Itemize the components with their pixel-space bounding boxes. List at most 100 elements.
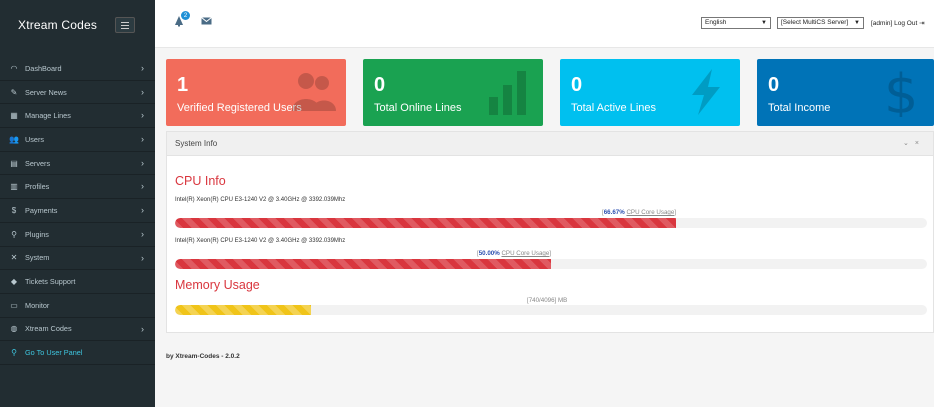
stat-box-total-active-lines[interactable]: 0 Total Active Lines [560, 59, 740, 126]
footer-version: by Xtream-Codes - 2.0.2 [166, 353, 240, 360]
close-icon[interactable]: × [915, 140, 925, 147]
cpu-2-progress-fill [175, 259, 551, 269]
sidebar-item-label: Server News [25, 87, 67, 97]
sidebar-item-label: Payments [25, 205, 58, 215]
sidebar-item-label: Manage Lines [25, 111, 71, 121]
sidebar-item-dashboard[interactable]: ◠ DashBoard › [0, 57, 155, 81]
chevron-down-icon: ▼ [761, 20, 767, 26]
panel-tools: ⌄× [903, 139, 925, 147]
dollar-icon: $ [11, 205, 17, 215]
server-icon: ▤ [10, 158, 18, 168]
globe-icon: ◍ [10, 324, 18, 334]
ticket-icon: ◆ [10, 277, 18, 287]
brand: Xtream Codes [0, 0, 155, 50]
sidebar-item-label: Users [25, 134, 45, 144]
chevron-right-icon: › [141, 228, 144, 239]
stat-box-verified-registered-users[interactable]: 1 Verified Registered Users [166, 59, 346, 126]
sidebar-item-label: DashBoard [25, 63, 62, 73]
stat-value: 0 [571, 74, 583, 96]
chevron-right-icon: › [141, 323, 144, 334]
cpu-2-progress-bar [175, 259, 927, 269]
system-info-panel: System Info ⌄× CPU Info Intel(R) Xeon(R)… [166, 131, 934, 333]
stat-value: 1 [177, 74, 189, 96]
chevron-right-icon: › [141, 157, 144, 168]
brand-logo-text[interactable]: Xtream Codes [18, 18, 97, 32]
sidebar-item-label: Xtream Codes [25, 324, 72, 334]
sidebar: Xtream Codes ◠ DashBoard › ✎ Server News › ▦ Ma… [0, 0, 155, 407]
cpu-1-progress-fill [175, 218, 676, 228]
stat-label: Total Online Lines [374, 102, 462, 114]
sidebar-item-system[interactable]: ✕ System › [0, 247, 155, 271]
sidebar-item-monitor[interactable]: ▭ Monitor [0, 294, 155, 318]
memory-usage-title: Memory Usage [175, 278, 260, 292]
server-select[interactable]: [Select MultiCS Server] ▼ [777, 17, 864, 29]
cpu-1-name: Intel(R) Xeon(R) CPU E3-1240 V2 @ 3.40GH… [175, 197, 346, 203]
sidebar-item-manage-lines[interactable]: ▦ Manage Lines › [0, 104, 155, 129]
server-select-value: [Select MultiCS Server] [781, 19, 849, 26]
stat-box-total-income[interactable]: 0 Total Income $ [757, 59, 934, 126]
chevron-right-icon: › [141, 205, 144, 216]
chevron-right-icon: › [141, 252, 144, 263]
chevron-right-icon: › [141, 110, 144, 121]
top-header: 2 English ▼ [Select MultiCS Server] ▼ [a… [155, 0, 934, 48]
memory-progress-bar [175, 305, 927, 315]
chevron-right-icon: › [141, 63, 144, 73]
tools-icon: ✕ [10, 253, 18, 263]
sidebar-item-go-to-user-panel[interactable]: ⚲ Go To User Panel [0, 341, 155, 365]
pencil-icon: ✎ [10, 87, 18, 97]
cpu-2-usage-label: [50.00% CPU Core Usage] [477, 250, 552, 257]
cpu-1-progress-bar [175, 218, 927, 228]
panel-header: System Info ⌄× [167, 132, 933, 156]
sidebar-item-label: System [25, 253, 50, 263]
hamburger-icon [121, 21, 129, 23]
collapse-icon[interactable]: ⌄ [903, 140, 915, 147]
panel-title: System Info [175, 139, 218, 148]
database-icon: ▥ [10, 182, 18, 192]
chevron-right-icon: › [141, 86, 144, 97]
bolt-icon [682, 67, 732, 119]
cpu-info-title: CPU Info [175, 174, 226, 188]
stat-label: Total Active Lines [571, 102, 656, 114]
sidebar-item-xtream-codes[interactable]: ◍ Xtream Codes › [0, 318, 155, 342]
envelope-icon[interactable] [201, 17, 212, 27]
menu-toggle-button[interactable] [115, 17, 135, 33]
sidebar-item-label: Tickets Support [25, 277, 76, 287]
sidebar-item-profiles[interactable]: ▥ Profiles › [0, 175, 155, 200]
sidebar-item-server-news[interactable]: ✎ Server News › [0, 81, 155, 105]
stat-label: Total Income [768, 102, 831, 114]
monitor-icon: ▭ [10, 300, 18, 310]
users-icon: 👥 [9, 134, 19, 144]
cpu-1-usage-label: [66.67% CPU Core Usage] [602, 209, 677, 216]
logout-label: [admin] Log Out [871, 20, 918, 27]
grid-icon: ▦ [10, 111, 18, 121]
sidebar-item-label: Plugins [25, 229, 49, 239]
sidebar-item-tickets-support[interactable]: ◆ Tickets Support [0, 270, 155, 294]
sidebar-item-plugins[interactable]: ⚲ Plugins › [0, 223, 155, 247]
stat-box-total-online-lines[interactable]: 0 Total Online Lines [363, 59, 543, 126]
sidebar-item-users[interactable]: 👥 Users › [0, 128, 155, 152]
memory-progress-fill [175, 305, 311, 315]
dollar-icon: $ [876, 63, 926, 126]
chevron-down-icon: ▼ [854, 20, 860, 26]
sidebar-item-payments[interactable]: $ Payments › [0, 199, 155, 223]
svg-text:$: $ [884, 67, 918, 117]
sidebar-item-servers[interactable]: ▤ Servers › [0, 152, 155, 176]
bulb-icon: ⚲ [11, 229, 17, 239]
memory-usage-label: [740/4096] MB [527, 297, 568, 304]
logout-link[interactable]: [admin] Log Out ⇥ [871, 19, 925, 27]
language-select[interactable]: English ▼ [701, 17, 771, 29]
sidebar-item-label: Profiles [25, 182, 50, 192]
chevron-right-icon: › [141, 181, 144, 192]
bar-chart-icon [485, 67, 535, 119]
logout-icon: ⇥ [919, 20, 925, 27]
cpu-2-name: Intel(R) Xeon(R) CPU E3-1240 V2 @ 3.40GH… [175, 238, 346, 244]
notification-badge: 2 [181, 11, 190, 20]
bulb-icon: ⚲ [11, 348, 17, 358]
sidebar-nav: ◠ DashBoard › ✎ Server News › ▦ Manage Lines › 👥 U… [0, 57, 155, 365]
stat-value: 0 [374, 74, 386, 96]
dashboard-icon: ◠ [10, 63, 18, 73]
users-icon [288, 67, 338, 119]
stat-value: 0 [768, 74, 780, 96]
sidebar-item-label: Servers [25, 158, 51, 168]
language-select-value: English [705, 19, 727, 26]
